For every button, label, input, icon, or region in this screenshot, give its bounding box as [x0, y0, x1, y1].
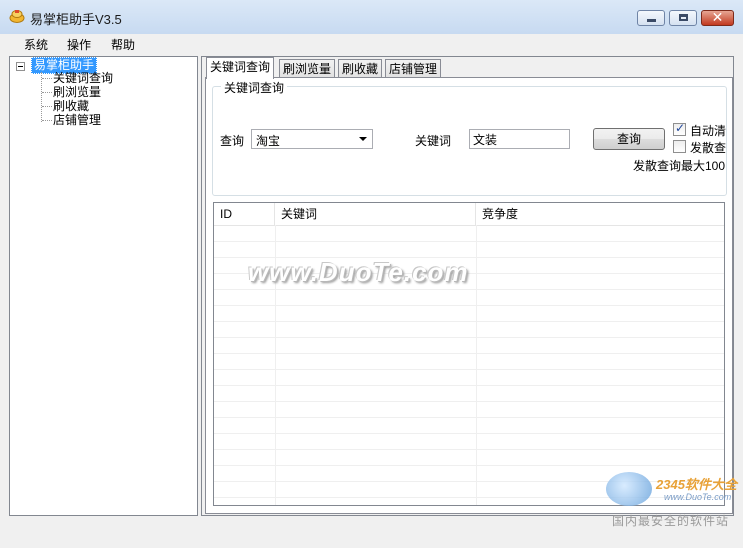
table-row	[214, 369, 724, 370]
watermark-text: www.DuoTe.com	[248, 257, 469, 287]
chevron-down-icon	[359, 137, 367, 141]
collapse-icon[interactable]	[16, 62, 25, 71]
minimize-button[interactable]	[637, 10, 665, 26]
table-row	[214, 305, 724, 306]
table-row	[214, 465, 724, 466]
menu-bar: 系统 操作 帮助	[0, 34, 743, 54]
scatter-query-label: 发散查	[690, 141, 727, 155]
window-title: 易掌柜助手V3.5	[30, 12, 122, 27]
scatter-query-checkbox[interactable]	[673, 140, 686, 153]
table-row	[214, 353, 724, 354]
keyword-input-box[interactable]	[469, 129, 570, 149]
tree-connector	[41, 72, 42, 122]
group-title: 关键词查询	[221, 79, 288, 96]
tree-connector	[42, 78, 52, 79]
tree-item-keyword-query[interactable]: 关键词查询	[53, 71, 113, 85]
maximize-icon	[679, 14, 688, 21]
tree-item-favorites[interactable]: 刷收藏	[53, 99, 89, 113]
source-select[interactable]: 淘宝	[251, 129, 373, 149]
table-row	[214, 385, 724, 386]
auto-clear-label: 自动清	[690, 124, 727, 138]
maximize-button[interactable]	[669, 10, 697, 26]
keyword-input[interactable]	[473, 131, 565, 147]
query-button[interactable]: 查询	[593, 128, 665, 150]
checkmark-icon: ✓	[675, 121, 686, 135]
table-row	[214, 337, 724, 338]
results-table[interactable]: ID 关键词 竞争度	[213, 202, 725, 506]
minimize-icon	[647, 19, 656, 22]
tab-browse-views[interactable]: 刷浏览量	[279, 59, 336, 78]
source-label: 查询	[220, 134, 245, 148]
tree-connector	[42, 120, 52, 121]
menu-operation[interactable]: 操作	[65, 36, 93, 53]
column-header-id[interactable]: ID	[214, 203, 275, 225]
table-row	[214, 449, 724, 450]
app-window: 易掌柜助手V3.5 ✕ 系统 操作 帮助 易掌柜助手 关键词查询 刷浏览量 刷收…	[0, 0, 743, 548]
tree-connector	[42, 92, 52, 93]
column-header-competition[interactable]: 竞争度	[476, 203, 724, 225]
title-bar[interactable]: 易掌柜助手V3.5 ✕	[0, 0, 743, 35]
logo-slogan: 国内最安全的软件站	[612, 514, 730, 528]
table-row	[214, 289, 724, 290]
tree-item-shop-management[interactable]: 店铺管理	[53, 113, 101, 127]
tab-favorites[interactable]: 刷收藏	[338, 59, 383, 78]
table-row	[214, 241, 724, 242]
logo-url: www.DuoTe.com	[664, 492, 732, 502]
scatter-max-note: 发散查询最大100	[633, 159, 726, 173]
table-row	[214, 433, 724, 434]
source-select-value: 淘宝	[256, 134, 281, 148]
logo-brand: 2345软件大全	[656, 477, 737, 492]
menu-system[interactable]: 系统	[22, 36, 50, 53]
nav-tree: 易掌柜助手 关键词查询 刷浏览量 刷收藏 店铺管理	[9, 56, 198, 516]
mascot-icon	[606, 472, 652, 506]
table-row	[214, 321, 724, 322]
table-header: ID 关键词 竞争度	[214, 203, 724, 226]
close-button[interactable]: ✕	[701, 9, 734, 26]
tree-connector	[42, 106, 52, 107]
tree-item-browse-views[interactable]: 刷浏览量	[53, 85, 101, 99]
menu-help[interactable]: 帮助	[109, 36, 137, 53]
table-row	[214, 417, 724, 418]
table-row	[214, 401, 724, 402]
auto-clear-checkbox[interactable]: ✓	[673, 121, 686, 136]
site-logo: 2345软件大全 www.DuoTe.com 国内最安全的软件站	[602, 468, 742, 528]
column-header-keyword[interactable]: 关键词	[275, 203, 476, 225]
tab-keyword-query[interactable]: 关键词查询	[206, 57, 275, 79]
close-icon: ✕	[711, 9, 724, 25]
column-divider	[476, 225, 477, 505]
tab-shop-management[interactable]: 店铺管理	[385, 59, 442, 78]
app-logo-icon	[9, 10, 25, 23]
keyword-label: 关键词	[415, 134, 452, 148]
